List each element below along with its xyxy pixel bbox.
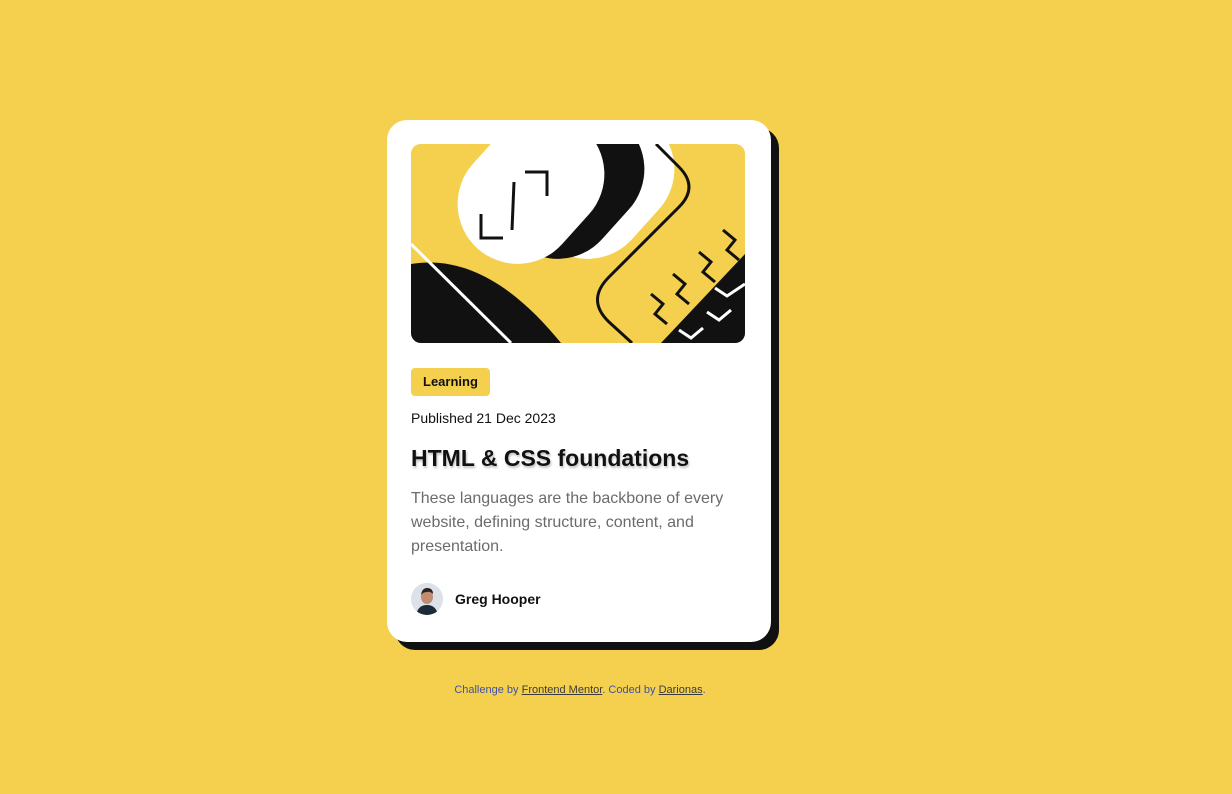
attribution-middle: . Coded by — [602, 684, 656, 696]
published-date-value: 21 Dec 2023 — [476, 410, 556, 426]
category-tag: Learning — [411, 368, 490, 396]
blog-preview-card: Learning Published 21 Dec 2023 HTML & CS… — [387, 120, 771, 642]
frontend-mentor-link[interactable]: Frontend Mentor — [522, 684, 603, 696]
published-label: Published — [411, 410, 473, 426]
avatar-icon — [411, 583, 443, 615]
attribution-suffix: . — [702, 684, 706, 696]
card-description: These languages are the backbone of ever… — [411, 490, 724, 555]
author-link[interactable]: Darionas — [659, 684, 703, 696]
card-hero-image — [411, 144, 745, 343]
author-name: Greg Hooper — [455, 591, 541, 607]
published-date: Published 21 Dec 2023 — [411, 409, 747, 427]
attribution: Challenge by Frontend Mentor. Coded by D… — [0, 683, 1160, 697]
author: Greg Hooper — [411, 583, 747, 615]
attribution-prefix: Challenge by — [454, 684, 519, 696]
card-title[interactable]: HTML & CSS foundations — [411, 443, 747, 473]
page: Learning Published 21 Dec 2023 HTML & CS… — [0, 0, 1232, 794]
